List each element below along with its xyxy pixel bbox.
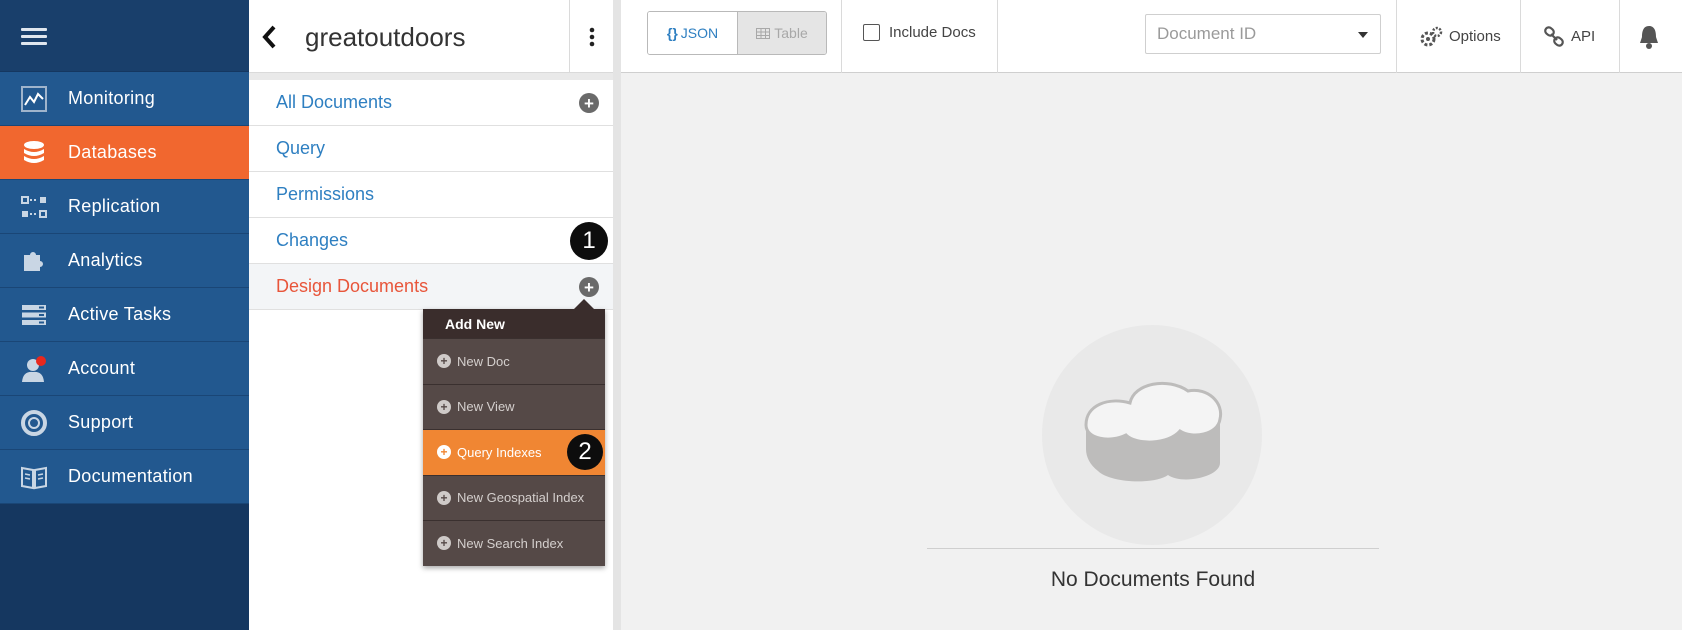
options-label: Options bbox=[1449, 28, 1501, 45]
chevron-left-icon bbox=[262, 25, 276, 48]
nav-item-databases[interactable]: Databases bbox=[0, 126, 249, 180]
empty-state-message: No Documents Found bbox=[1050, 568, 1256, 591]
table-label: Table bbox=[774, 25, 808, 41]
nav-item-label: Active Tasks bbox=[68, 304, 172, 324]
sidebar-item-label: All Documents bbox=[276, 92, 393, 112]
document-id-select[interactable]: Document ID bbox=[1145, 14, 1381, 54]
add-new-dropdown: Add New + New Doc + New View + Query Ind… bbox=[423, 299, 605, 566]
sidebar-item-label: Design Documents bbox=[276, 276, 429, 296]
dropdown-item-label: New Search Index bbox=[457, 535, 564, 551]
nav-item-documentation[interactable]: Documentation bbox=[0, 450, 249, 504]
plus-circle-icon: + bbox=[437, 536, 451, 551]
sidebar-item-label: Permissions bbox=[276, 184, 375, 204]
include-docs-checkbox[interactable] bbox=[863, 24, 880, 41]
dropdown-item-new-doc[interactable]: + New Doc bbox=[423, 338, 605, 384]
table-view-button[interactable]: Table bbox=[738, 12, 826, 54]
lifebuoy-icon bbox=[0, 409, 68, 437]
nav-item-active-tasks[interactable]: Active Tasks bbox=[0, 288, 249, 342]
sidebar-item-design-documents[interactable]: Design Documents + bbox=[249, 264, 621, 310]
sidebar-item-all-documents[interactable]: All Documents + bbox=[249, 80, 621, 126]
panel-divider[interactable] bbox=[613, 0, 621, 630]
plus-circle-icon[interactable]: + bbox=[579, 93, 599, 113]
nav-item-label: Documentation bbox=[68, 466, 193, 486]
dropdown-item-label: New Doc bbox=[457, 353, 510, 369]
link-icon bbox=[1544, 25, 1564, 47]
notifications-button[interactable] bbox=[1637, 0, 1667, 73]
sidebar-item-label: Changes bbox=[276, 230, 349, 250]
replication-icon bbox=[0, 193, 68, 221]
gears-icon bbox=[1420, 26, 1443, 46]
database-icon bbox=[0, 139, 68, 167]
divider bbox=[841, 0, 842, 73]
puzzle-icon bbox=[0, 247, 68, 275]
plus-circle-icon[interactable]: + bbox=[579, 277, 599, 297]
json-view-button[interactable]: {} JSON bbox=[648, 12, 738, 54]
plus-circle-icon: + bbox=[437, 490, 451, 505]
sidebar-item-changes[interactable]: Changes bbox=[249, 218, 621, 264]
monitoring-icon bbox=[0, 85, 68, 113]
empty-state-illustration bbox=[1042, 325, 1262, 545]
include-docs-label: Include Docs bbox=[889, 24, 976, 41]
divider bbox=[1396, 0, 1397, 73]
left-nav: Monitoring Databases Replication Analyti… bbox=[0, 0, 249, 630]
divider bbox=[249, 73, 621, 80]
api-label: API bbox=[1571, 28, 1596, 45]
sidebar-menu-button[interactable] bbox=[569, 0, 613, 73]
nav-item-account[interactable]: Account bbox=[0, 342, 249, 396]
database-name: greatoutdoors bbox=[305, 22, 466, 52]
plus-circle-icon: + bbox=[437, 445, 451, 460]
dropdown-item-label: Query Indexes bbox=[457, 444, 542, 460]
divider bbox=[927, 548, 1379, 549]
dropdown-item-new-view[interactable]: + New View bbox=[423, 383, 605, 430]
dropdown-item-new-search-index[interactable]: + New Search Index bbox=[423, 520, 605, 566]
menu-toggle[interactable] bbox=[0, 0, 249, 71]
kebab-icon bbox=[589, 27, 594, 46]
main-panel: {} JSON Table Include Docs Document ID O… bbox=[621, 0, 1682, 630]
nav-item-support[interactable]: Support bbox=[0, 396, 249, 450]
dropdown-item-new-geospatial-index[interactable]: + New Geospatial Index bbox=[423, 474, 605, 521]
include-docs-toggle[interactable]: Include Docs bbox=[863, 24, 976, 41]
api-button[interactable]: API bbox=[1543, 0, 1595, 73]
dropdown-item-query-indexes[interactable]: + Query Indexes 2 bbox=[423, 429, 605, 475]
dropdown-item-label: New Geospatial Index bbox=[457, 490, 585, 506]
document-id-placeholder: Document ID bbox=[1157, 24, 1257, 43]
plus-circle-icon: + bbox=[437, 399, 451, 414]
caret-down-icon bbox=[1358, 32, 1368, 38]
divider bbox=[1619, 0, 1620, 73]
json-label: JSON bbox=[680, 25, 719, 41]
book-icon bbox=[0, 463, 68, 491]
options-button[interactable]: Options bbox=[1419, 0, 1501, 73]
nav-item-label: Monitoring bbox=[68, 88, 156, 108]
dropdown-item-label: New View bbox=[457, 399, 515, 415]
account-icon bbox=[0, 355, 68, 383]
sidebar-item-query[interactable]: Query bbox=[249, 126, 621, 172]
table-icon bbox=[756, 27, 771, 39]
nav-item-analytics[interactable]: Analytics bbox=[0, 234, 249, 288]
nav-item-label: Support bbox=[68, 412, 134, 432]
view-toggle: {} JSON Table bbox=[647, 11, 827, 55]
nav-item-label: Analytics bbox=[68, 250, 143, 270]
cloud-database-icon bbox=[1084, 381, 1223, 482]
sidebar-item-label: Query bbox=[276, 138, 326, 158]
callout-badge-2: 2 bbox=[567, 434, 603, 470]
nav-item-label: Databases bbox=[68, 142, 157, 162]
braces-icon: {} bbox=[666, 25, 678, 41]
nav-list: Monitoring Databases Replication Analyti… bbox=[0, 72, 249, 504]
sidebar-item-permissions[interactable]: Permissions bbox=[249, 172, 621, 218]
dropdown-header: Add New bbox=[423, 309, 605, 338]
nav-item-label: Account bbox=[68, 358, 136, 378]
toolbar: {} JSON Table Include Docs Document ID O… bbox=[621, 0, 1682, 73]
plus-circle-icon: + bbox=[437, 354, 451, 369]
nav-item-monitoring[interactable]: Monitoring bbox=[0, 72, 249, 126]
callout-badge-1: 1 bbox=[570, 222, 608, 260]
nav-item-label: Replication bbox=[68, 196, 161, 216]
divider bbox=[1520, 0, 1521, 73]
bell-icon bbox=[1640, 25, 1658, 49]
divider bbox=[997, 0, 998, 73]
nav-item-replication[interactable]: Replication bbox=[0, 180, 249, 234]
hamburger-icon[interactable] bbox=[21, 28, 47, 46]
back-button[interactable] bbox=[249, 0, 289, 73]
sidebar-header: greatoutdoors bbox=[249, 0, 621, 73]
tasks-icon bbox=[0, 301, 68, 329]
